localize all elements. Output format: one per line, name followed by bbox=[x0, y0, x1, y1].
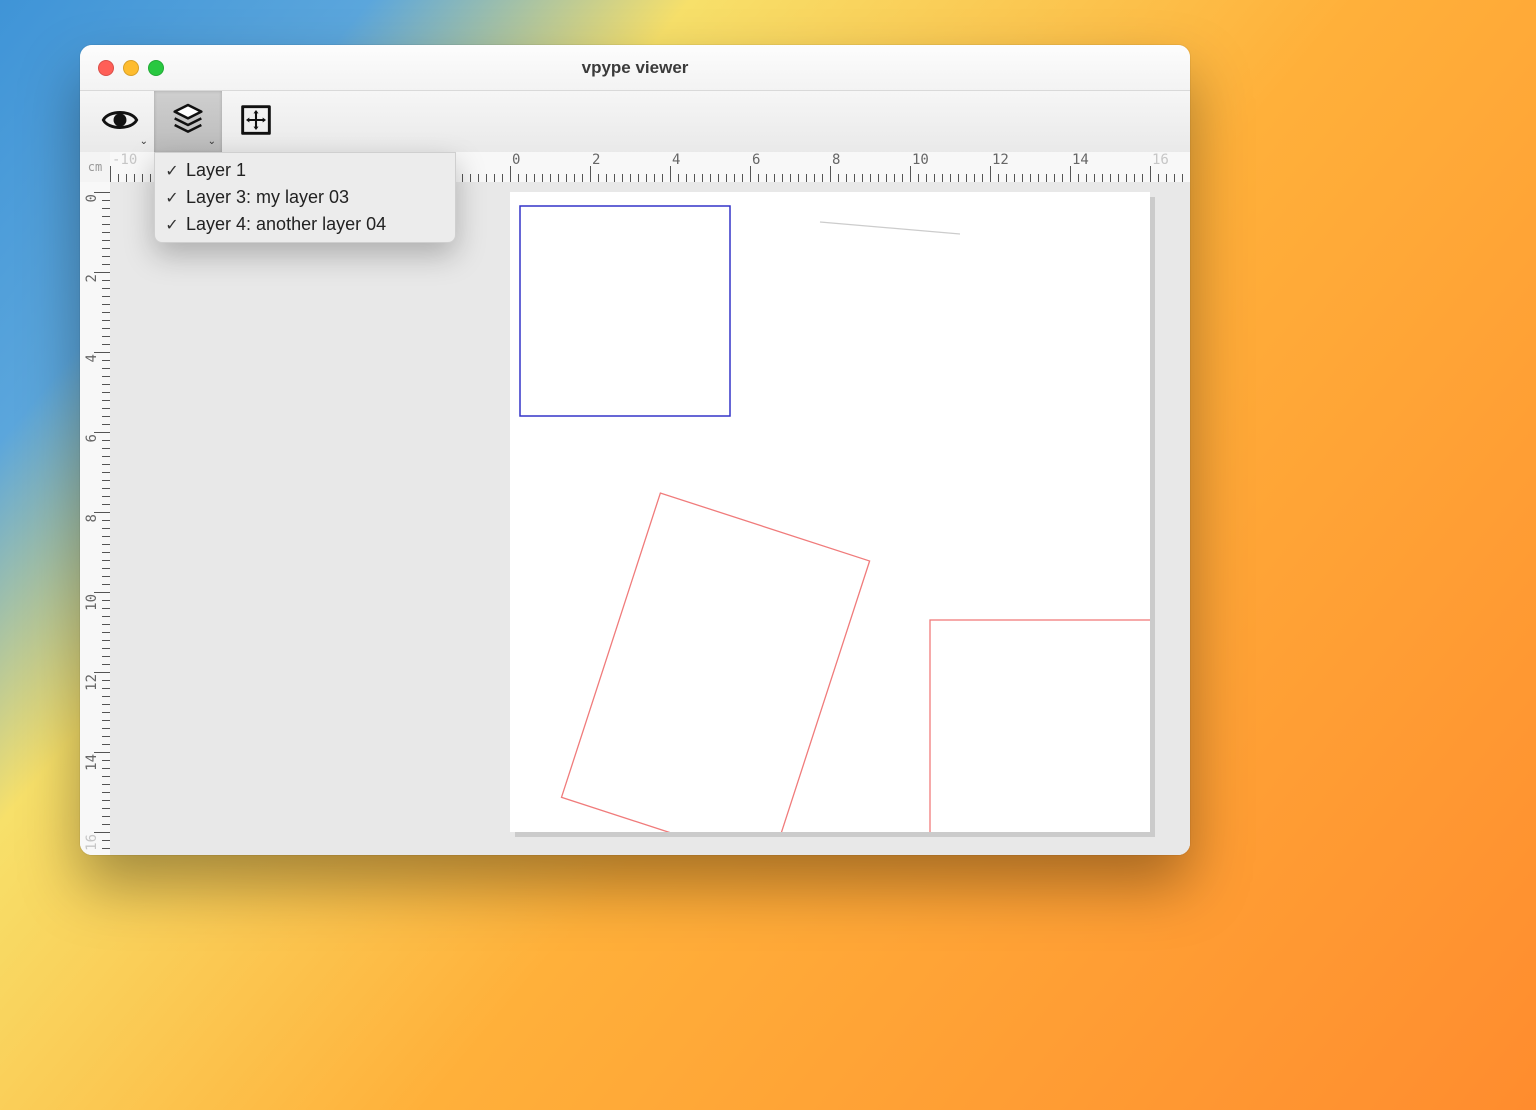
layers-menu-item-label: Layer 4: another layer 04 bbox=[186, 214, 386, 235]
eye-icon bbox=[100, 100, 140, 145]
titlebar: vpype viewer bbox=[80, 45, 1190, 91]
ruler-v-label: 4 bbox=[84, 354, 100, 362]
zoom-button[interactable] bbox=[148, 60, 164, 76]
ruler-unit-label: cm bbox=[80, 152, 111, 183]
content-area: cm -12-10-8-6-4-202468101214161820 02468… bbox=[80, 152, 1190, 855]
ruler-h-label: 2 bbox=[592, 152, 600, 168]
check-icon: ✓ bbox=[163, 161, 181, 181]
layers-menu: ✓Layer 1✓Layer 3: my layer 03✓Layer 4: a… bbox=[154, 152, 456, 243]
layers-menu-item[interactable]: ✓Layer 3: my layer 03 bbox=[155, 184, 455, 211]
ruler-vertical: 024681012141618 bbox=[80, 182, 111, 855]
check-icon: ✓ bbox=[163, 215, 181, 235]
ruler-v-label: 16 bbox=[84, 834, 100, 851]
traffic-lights bbox=[80, 60, 164, 76]
ruler-h-label: -10 bbox=[112, 152, 137, 168]
shape-rect-red bbox=[930, 620, 1150, 832]
app-window: vpype viewer ⌄ ⌄ bbox=[80, 45, 1190, 855]
ruler-h-label: 10 bbox=[912, 152, 929, 168]
ruler-v-label: 8 bbox=[84, 514, 100, 522]
ruler-v-label: 0 bbox=[84, 194, 100, 202]
layers-icon bbox=[168, 100, 208, 145]
shape-line-grey bbox=[820, 222, 960, 234]
page bbox=[510, 192, 1150, 832]
ruler-h-label: 8 bbox=[832, 152, 840, 168]
ruler-h-label: 14 bbox=[1072, 152, 1089, 168]
layers-menu-item-label: Layer 1 bbox=[186, 160, 246, 181]
drawing bbox=[510, 192, 1150, 832]
ruler-h-label: 12 bbox=[992, 152, 1009, 168]
shape-rect-red-rotated bbox=[561, 493, 869, 832]
ruler-v-label: 2 bbox=[84, 274, 100, 282]
ruler-v-label: 6 bbox=[84, 434, 100, 442]
close-button[interactable] bbox=[98, 60, 114, 76]
chevron-down-icon: ⌄ bbox=[140, 136, 148, 147]
ruler-h-label: 4 bbox=[672, 152, 680, 168]
canvas[interactable] bbox=[110, 182, 1190, 855]
ruler-v-label: 12 bbox=[84, 674, 100, 691]
layers-menu-item[interactable]: ✓Layer 1 bbox=[155, 157, 455, 184]
layers-menu-item[interactable]: ✓Layer 4: another layer 04 bbox=[155, 211, 455, 238]
toolbar: ⌄ ⌄ bbox=[80, 91, 1190, 154]
layers-menu-item-label: Layer 3: my layer 03 bbox=[186, 187, 349, 208]
ruler-v-label: 10 bbox=[84, 594, 100, 611]
minimize-button[interactable] bbox=[123, 60, 139, 76]
ruler-h-label: 16 bbox=[1152, 152, 1169, 168]
ruler-h-label: 6 bbox=[752, 152, 760, 168]
check-icon: ✓ bbox=[163, 188, 181, 208]
fit-icon bbox=[236, 100, 276, 145]
shape-rect-blue bbox=[520, 206, 730, 416]
chevron-down-icon: ⌄ bbox=[208, 136, 216, 147]
view-mode-button[interactable]: ⌄ bbox=[86, 91, 154, 153]
layers-button[interactable]: ⌄ bbox=[154, 91, 222, 153]
ruler-v-label: 14 bbox=[84, 754, 100, 771]
ruler-h-label: 0 bbox=[512, 152, 520, 168]
window-title: vpype viewer bbox=[80, 58, 1190, 78]
fit-button[interactable] bbox=[222, 91, 290, 153]
